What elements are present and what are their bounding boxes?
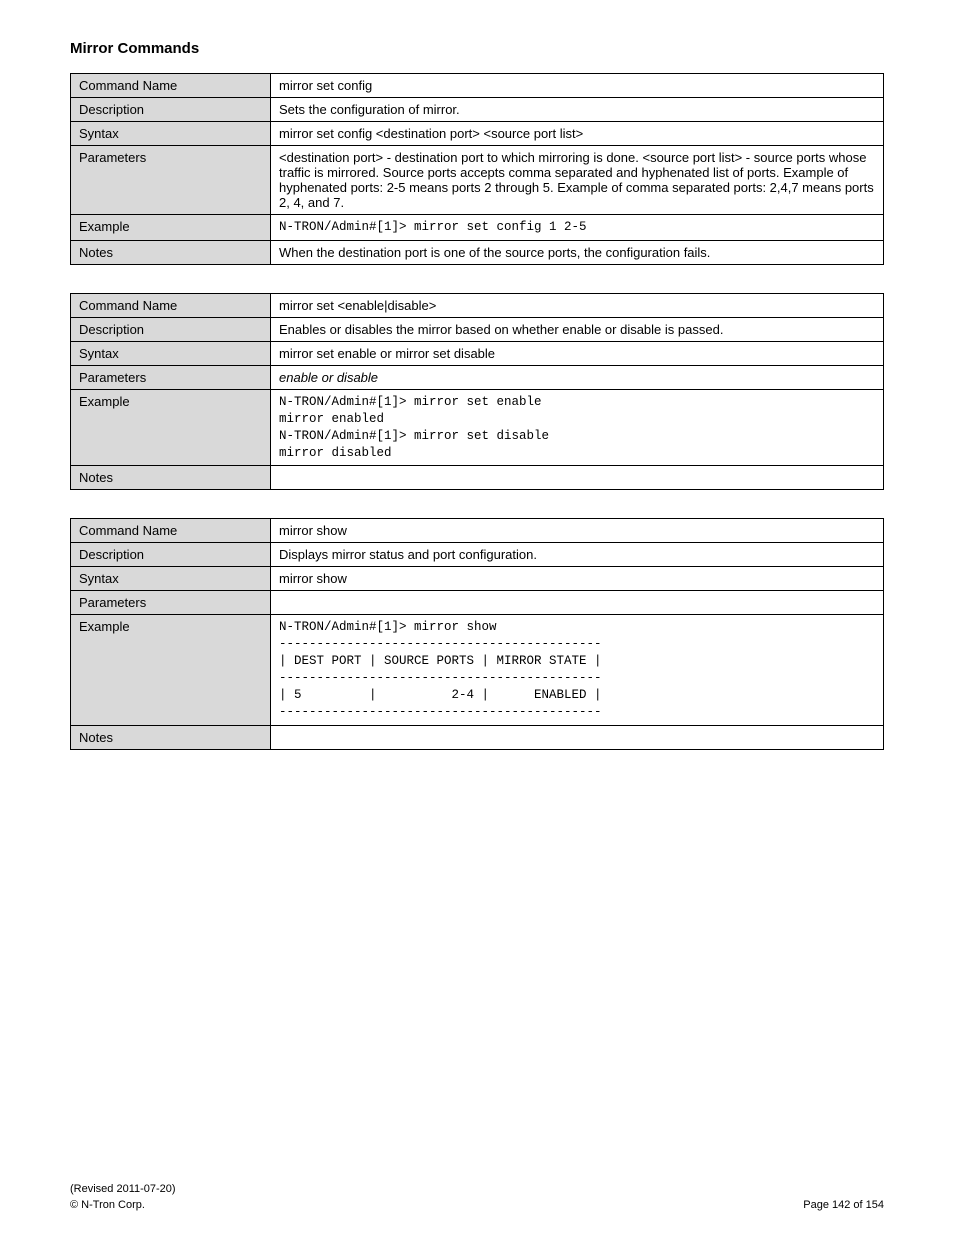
row-label: Command Name — [71, 293, 271, 317]
row-value: mirror set <enable|disable> — [271, 293, 884, 317]
row-label: Parameters — [71, 365, 271, 389]
row-label: Notes — [71, 725, 271, 749]
row-label: Notes — [71, 240, 271, 264]
row-label: Example — [71, 389, 271, 466]
row-value: mirror show — [271, 519, 884, 543]
row-value: mirror set enable or mirror set disable — [271, 341, 884, 365]
row-label: Notes — [71, 466, 271, 490]
row-value — [271, 591, 884, 615]
row-label: Parameters — [71, 591, 271, 615]
row-value: enable or disable — [271, 365, 884, 389]
row-label: Command Name — [71, 74, 271, 98]
row-value: <destination port> - destination port to… — [271, 146, 884, 215]
row-value: mirror show — [271, 567, 884, 591]
row-value: When the destination port is one of the … — [271, 240, 884, 264]
row-value — [271, 466, 884, 490]
row-label: Description — [71, 317, 271, 341]
row-label: Syntax — [71, 122, 271, 146]
row-label: Syntax — [71, 567, 271, 591]
section-heading: Mirror Commands — [70, 40, 884, 57]
row-label: Parameters — [71, 146, 271, 215]
footer-copyright: © N-Tron Corp. — [70, 1199, 145, 1211]
row-value: N-TRON/Admin#[1]> mirror set config 1 2-… — [271, 215, 884, 241]
footer-revision: (Revised 2011-07-20) — [70, 1183, 884, 1195]
row-value: Sets the configuration of mirror. — [271, 98, 884, 122]
row-label: Example — [71, 215, 271, 241]
command-table-1: Command Name mirror set config Descripti… — [70, 73, 884, 265]
row-value — [271, 725, 884, 749]
page-footer: (Revised 2011-07-20) © N-Tron Corp. Page… — [70, 1183, 884, 1211]
row-value: mirror set config <destination port> <so… — [271, 122, 884, 146]
row-value: mirror set config — [271, 74, 884, 98]
command-table-3: Command Name mirror show Description Dis… — [70, 518, 884, 749]
row-label: Example — [71, 615, 271, 725]
footer-page-number: Page 142 of 154 — [803, 1199, 884, 1211]
command-table-2: Command Name mirror set <enable|disable>… — [70, 293, 884, 491]
row-value: N-TRON/Admin#[1]> mirror set enable mirr… — [271, 389, 884, 466]
row-label: Description — [71, 543, 271, 567]
row-value: Enables or disables the mirror based on … — [271, 317, 884, 341]
row-value: N-TRON/Admin#[1]> mirror show ----------… — [271, 615, 884, 725]
row-label: Syntax — [71, 341, 271, 365]
row-value: Displays mirror status and port configur… — [271, 543, 884, 567]
row-label: Description — [71, 98, 271, 122]
row-label: Command Name — [71, 519, 271, 543]
